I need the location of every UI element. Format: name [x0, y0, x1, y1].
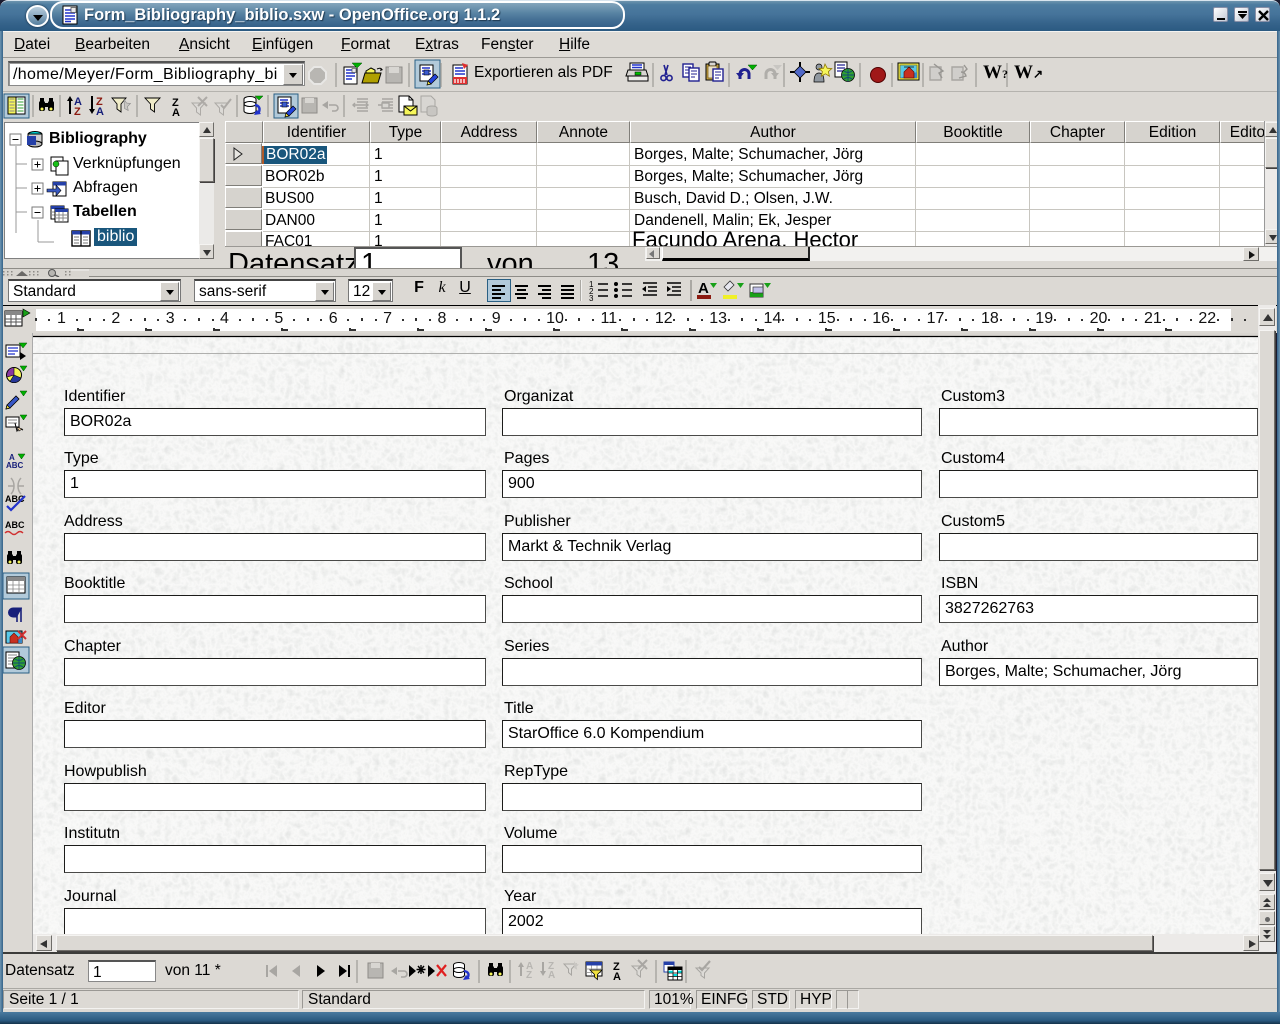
svg-text:Z: Z: [526, 970, 532, 981]
svg-text:A: A: [548, 970, 555, 981]
svg-text:3: 3: [589, 294, 594, 303]
svg-text:A: A: [613, 971, 621, 983]
svg-text:A: A: [96, 106, 104, 118]
svg-text:ABC: ABC: [5, 520, 25, 530]
svg-text:ABC: ABC: [6, 461, 24, 470]
svg-text:A: A: [698, 280, 709, 297]
svg-text:A: A: [172, 107, 180, 119]
svg-text:Z: Z: [74, 106, 81, 118]
